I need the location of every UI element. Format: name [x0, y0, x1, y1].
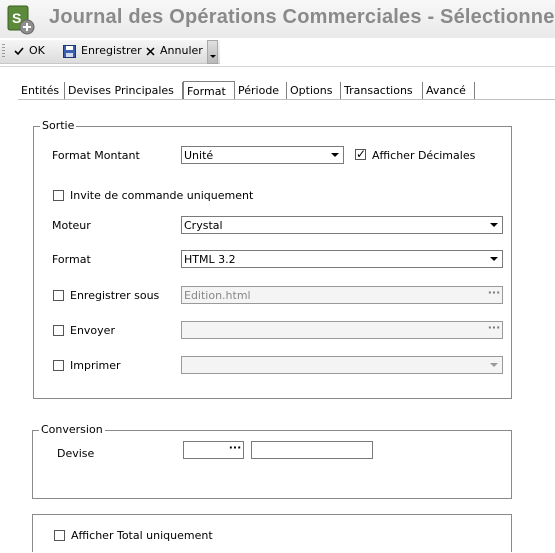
imprimer-select[interactable] — [181, 356, 503, 374]
devise-description-field[interactable] — [251, 441, 373, 459]
toolbar-overflow-button[interactable] — [207, 40, 218, 64]
enregistrer-sous-value: Edition.html — [184, 289, 251, 302]
invite-commande-checkbox[interactable] — [53, 190, 64, 201]
sage-app-icon: S — [7, 5, 35, 35]
chevron-down-icon[interactable] — [487, 358, 501, 372]
chevron-down-icon[interactable] — [487, 218, 501, 232]
cancel-label: Annuler — [160, 44, 203, 57]
chevron-down-icon[interactable] — [487, 252, 501, 266]
tab-options[interactable]: Options — [287, 82, 341, 99]
tab-divider — [18, 99, 555, 100]
devise-code-field[interactable]: ··· — [183, 441, 244, 459]
imprimer-checkbox[interactable] — [53, 360, 64, 371]
invite-commande-label: Invite de commande uniquement — [70, 189, 254, 202]
save-button[interactable]: Enregistrer — [63, 43, 142, 59]
envoyer-checkbox[interactable] — [53, 325, 64, 336]
afficher-total-checkbox[interactable] — [54, 530, 65, 541]
toolbar-grip[interactable] — [2, 44, 5, 58]
browse-icon[interactable]: ··· — [487, 287, 501, 302]
format-select[interactable]: HTML 3.2 — [181, 250, 503, 268]
moteur-select[interactable]: Crystal — [181, 216, 503, 234]
format-value: HTML 3.2 — [184, 253, 236, 266]
enregistrer-sous-label: Enregistrer sous — [70, 289, 160, 302]
title-bar: S Journal des Opérations Commerciales - … — [0, 0, 555, 38]
format-label: Format — [52, 253, 91, 266]
format-montant-label: Format Montant — [52, 149, 140, 162]
tab-format[interactable]: Format — [183, 81, 235, 100]
moteur-label: Moteur — [52, 219, 91, 232]
save-icon — [63, 44, 76, 58]
save-label: Enregistrer — [81, 44, 142, 57]
format-montant-select[interactable]: Unité — [181, 146, 344, 164]
imprimer-label: Imprimer — [70, 359, 121, 372]
window-title: Journal des Opérations Commerciales - Sé… — [49, 6, 555, 28]
tab-avance[interactable]: Avancé — [423, 82, 475, 99]
afficher-decimales-checkbox[interactable] — [355, 147, 366, 161]
afficher-decimales-label: Afficher Décimales — [372, 149, 476, 162]
format-montant-value: Unité — [184, 149, 214, 162]
svg-text:S: S — [12, 10, 21, 26]
chevron-down-icon[interactable] — [328, 148, 342, 162]
ok-button[interactable]: OK — [14, 43, 45, 59]
tab-entites[interactable]: Entités — [18, 82, 65, 99]
tab-transactions[interactable]: Transactions — [341, 82, 423, 99]
toolbar: OK Enregistrer Annuler — [0, 40, 220, 64]
enregistrer-sous-field[interactable]: Edition.html ··· — [181, 286, 503, 304]
cancel-button[interactable]: Annuler — [146, 43, 203, 59]
enregistrer-sous-checkbox[interactable] — [53, 290, 64, 301]
check-icon — [14, 47, 24, 56]
close-icon — [146, 46, 155, 56]
conversion-legend: Conversion — [39, 423, 105, 436]
ok-label: OK — [29, 44, 45, 57]
tab-periode[interactable]: Période — [235, 82, 287, 99]
afficher-total-label: Afficher Total uniquement — [71, 529, 213, 542]
envoyer-label: Envoyer — [70, 324, 115, 337]
browse-icon[interactable]: ··· — [228, 442, 242, 457]
tab-devises-principales[interactable]: Devises Principales — [65, 82, 183, 99]
browse-icon[interactable]: ··· — [487, 322, 501, 337]
moteur-value: Crystal — [184, 219, 223, 232]
devise-label: Devise — [57, 447, 95, 460]
sortie-legend: Sortie — [40, 119, 77, 132]
envoyer-field[interactable]: ··· — [181, 321, 503, 339]
